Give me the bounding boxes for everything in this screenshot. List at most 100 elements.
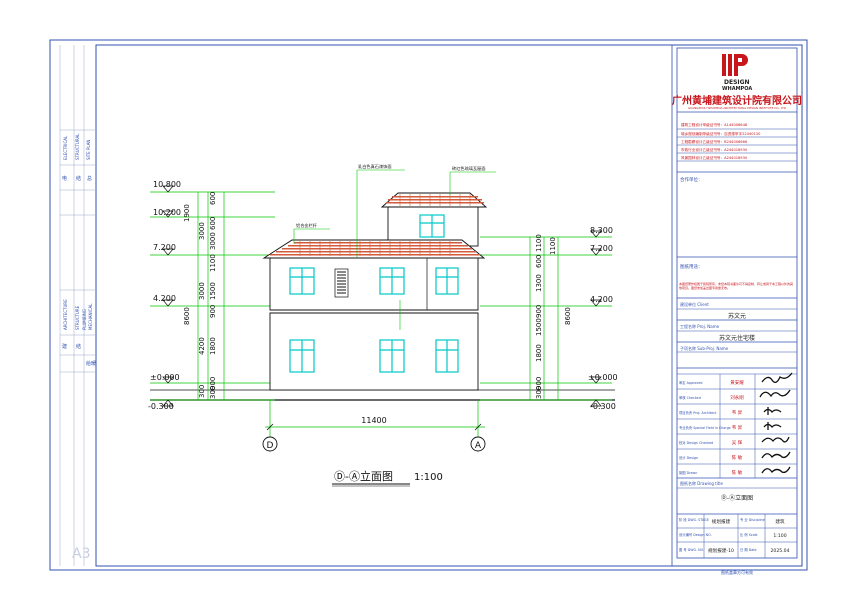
strip-label-3: SITE PLAN — [86, 140, 91, 160]
dim-left-9: 1800 — [209, 337, 217, 355]
cert-2: 城乡规划编制甲级证书号：自资规甲字22440130 — [681, 131, 761, 136]
cert-4: 市政行业设计乙级证书号：A244018930 — [681, 147, 748, 152]
dim-left-outer-3: 8600 — [183, 307, 191, 325]
signature-marks — [759, 372, 793, 474]
level-right-2: 7.200 — [590, 244, 613, 253]
right-dimensions: 1100 600 1100 1300 900 1500 1800 900 300… — [535, 234, 572, 399]
axis-label-d: D — [267, 441, 274, 451]
dim-right-outer-1: 8600 — [564, 307, 572, 325]
sign-role-6: 设计 Design — [679, 455, 698, 460]
overall-dim-text: 11400 — [361, 416, 386, 425]
dim-left-outer-2: 3000 — [198, 222, 206, 240]
logo-text: DESIGN — [724, 79, 750, 86]
strip-label-4: ARCHITECTURE — [63, 299, 68, 330]
sign-table: 审定 Approved 黄安耀 审核 Checked 刘永刚 项目负责 Proj… — [679, 379, 744, 476]
sign-role-1: 审定 Approved — [679, 380, 702, 385]
scale-label: 比 例 Scale — [740, 532, 758, 537]
axis-label-a: A — [475, 441, 482, 451]
level-left-1: 10.800 — [153, 180, 181, 189]
subproject-label: 子项名称 Sub-Proj. Name — [680, 345, 729, 351]
ground-lines — [150, 389, 615, 401]
level-left-6: -0.300 — [148, 402, 174, 411]
cooperation-label: 合作单位： — [680, 176, 703, 183]
dim-left-10: 300 — [198, 385, 206, 398]
strip-cn-1: 电 — [62, 175, 67, 182]
dim-right-4: 1300 — [535, 274, 543, 292]
dim-right-9: 300 — [535, 386, 543, 399]
dim-right-5: 900 — [535, 305, 543, 318]
dim-left-4: 1100 — [209, 254, 217, 272]
discipline-label: 专 业 Discipline — [740, 517, 765, 522]
cert-list: 建筑工程设计甲级证书号：A144006648 城乡规划编制甲级证书号：自资规甲字… — [681, 122, 761, 160]
dim-right-3: 1100 — [549, 237, 557, 255]
cert-5: 风景园林设计乙级证书号：A244018930 — [681, 155, 748, 160]
level-right-4: ±0.000 — [588, 373, 618, 382]
level-left-5: ±0.000 — [150, 373, 180, 382]
sign-name-4: 韦 昇 — [732, 425, 743, 431]
strip-cn-7: 暖 — [91, 360, 96, 367]
level-right-1: 8.300 — [590, 226, 613, 235]
strip-label-1: ELECTRICAL — [63, 135, 68, 160]
dim-right-6: 1500 — [535, 318, 543, 336]
sign-name-1: 黄安耀 — [730, 379, 744, 386]
left-dimensions: 1900 3000 8600 600 3000 600 1100 3000 15… — [183, 192, 217, 399]
sign-name-5: 吴 辉 — [732, 439, 743, 446]
strip-label-5: STRUCTURE — [75, 305, 80, 330]
date-label: 日 期 Date — [740, 547, 757, 552]
dwg-no-value: 规划报建-10 — [708, 547, 734, 554]
level-left-2: 10.200 — [153, 208, 181, 217]
level-left-4: 4.200 — [153, 294, 176, 303]
sign-name-3: 韦 昇 — [732, 410, 743, 416]
dim-left-6: 1500 — [209, 282, 217, 300]
stage-value: 规划报建 — [712, 518, 731, 525]
dwg-no-label: 图 号 DWG. NO. — [679, 547, 704, 552]
strip-label-7: MECHANICAL — [88, 303, 93, 330]
dim-left-3: 600 — [209, 217, 217, 230]
callout-2: 砖红色琉璃瓦屋面 — [452, 165, 486, 172]
callout-3: 铝合金栏杆 — [296, 222, 318, 229]
sheet-size-label: A3 — [72, 546, 90, 562]
building-elevation — [262, 169, 496, 391]
strip-cn-4: 建 — [62, 343, 67, 350]
drawing-title: Ⓓ-Ⓐ立面图 — [334, 469, 393, 483]
level-right-3: 4.200 — [590, 295, 613, 304]
drawing-title-label: 图纸名称 Drawing title — [680, 480, 724, 486]
sign-name-6: 陈 敏 — [732, 454, 743, 461]
sign-role-3: 项目负责 Proj. Architect — [679, 410, 717, 415]
drawing-scale: 1:100 — [414, 472, 443, 483]
stage-label: 阶 段 DWG. STAGE — [679, 517, 709, 522]
dim-left-12: 300 — [209, 386, 217, 399]
sign-role-4: 专业负责 Special Field in Charge — [679, 425, 731, 430]
bottom-info: 阶 段 DWG. STAGE 规划报建 专 业 Discipline 建筑 设计… — [679, 517, 790, 554]
client-label: 建设单位 Client — [680, 301, 709, 307]
drawing-title-value: Ⓓ-Ⓐ立面图 — [721, 494, 753, 502]
dim-left-8: 4200 — [198, 337, 206, 355]
level-left-3: 7.200 — [153, 243, 176, 252]
strip-cn-3: 总 — [87, 175, 92, 182]
dim-right-1: 1100 — [535, 234, 543, 252]
dim-left-outer-1: 1900 — [183, 204, 191, 222]
project-value: 苏文元住宅楼 — [719, 334, 755, 342]
strip-cn-5: 结 — [76, 343, 81, 350]
callout-1: 乳白色真石漆饰面 — [358, 163, 392, 170]
cert-1: 建筑工程设计甲级证书号：A144006648 — [681, 122, 748, 127]
cert-3: 工程勘察设计乙级证书号：B244006666 — [681, 139, 748, 144]
company-name-en: GUANGZHOU WHAMPOA ARCHITECTURAL DESIGN I… — [688, 106, 786, 110]
dim-left-5: 3000 — [209, 232, 217, 250]
logo-subtext: WHAMPOA — [722, 86, 752, 92]
sign-role-2: 审核 Checked — [679, 395, 701, 400]
strip-cn-2: 结 — [76, 175, 81, 182]
sign-role-5: 校对 Design Checked — [679, 440, 713, 445]
sign-name-2: 刘永刚 — [730, 394, 744, 401]
level-right-5: -0.300 — [590, 402, 616, 411]
design-no-label: 设计编号 Design NO. — [679, 532, 712, 537]
dim-left-7: 900 — [209, 305, 217, 318]
dim-left-1: 600 — [209, 192, 217, 205]
notes-label: 图纸用途： — [680, 263, 703, 270]
notes-text: 本图纸著作权属于我院所有，未经本院书面许可不得复制、转让或用于本工程以外的其他项… — [679, 282, 794, 290]
discipline-value: 建筑 — [775, 518, 785, 525]
strip-label-6: PLUMBING — [82, 309, 87, 330]
scale-value: 1:100 — [773, 533, 786, 539]
dim-right-7: 1800 — [535, 344, 543, 362]
footer-note: 图纸盖章方可有效 — [721, 569, 753, 575]
